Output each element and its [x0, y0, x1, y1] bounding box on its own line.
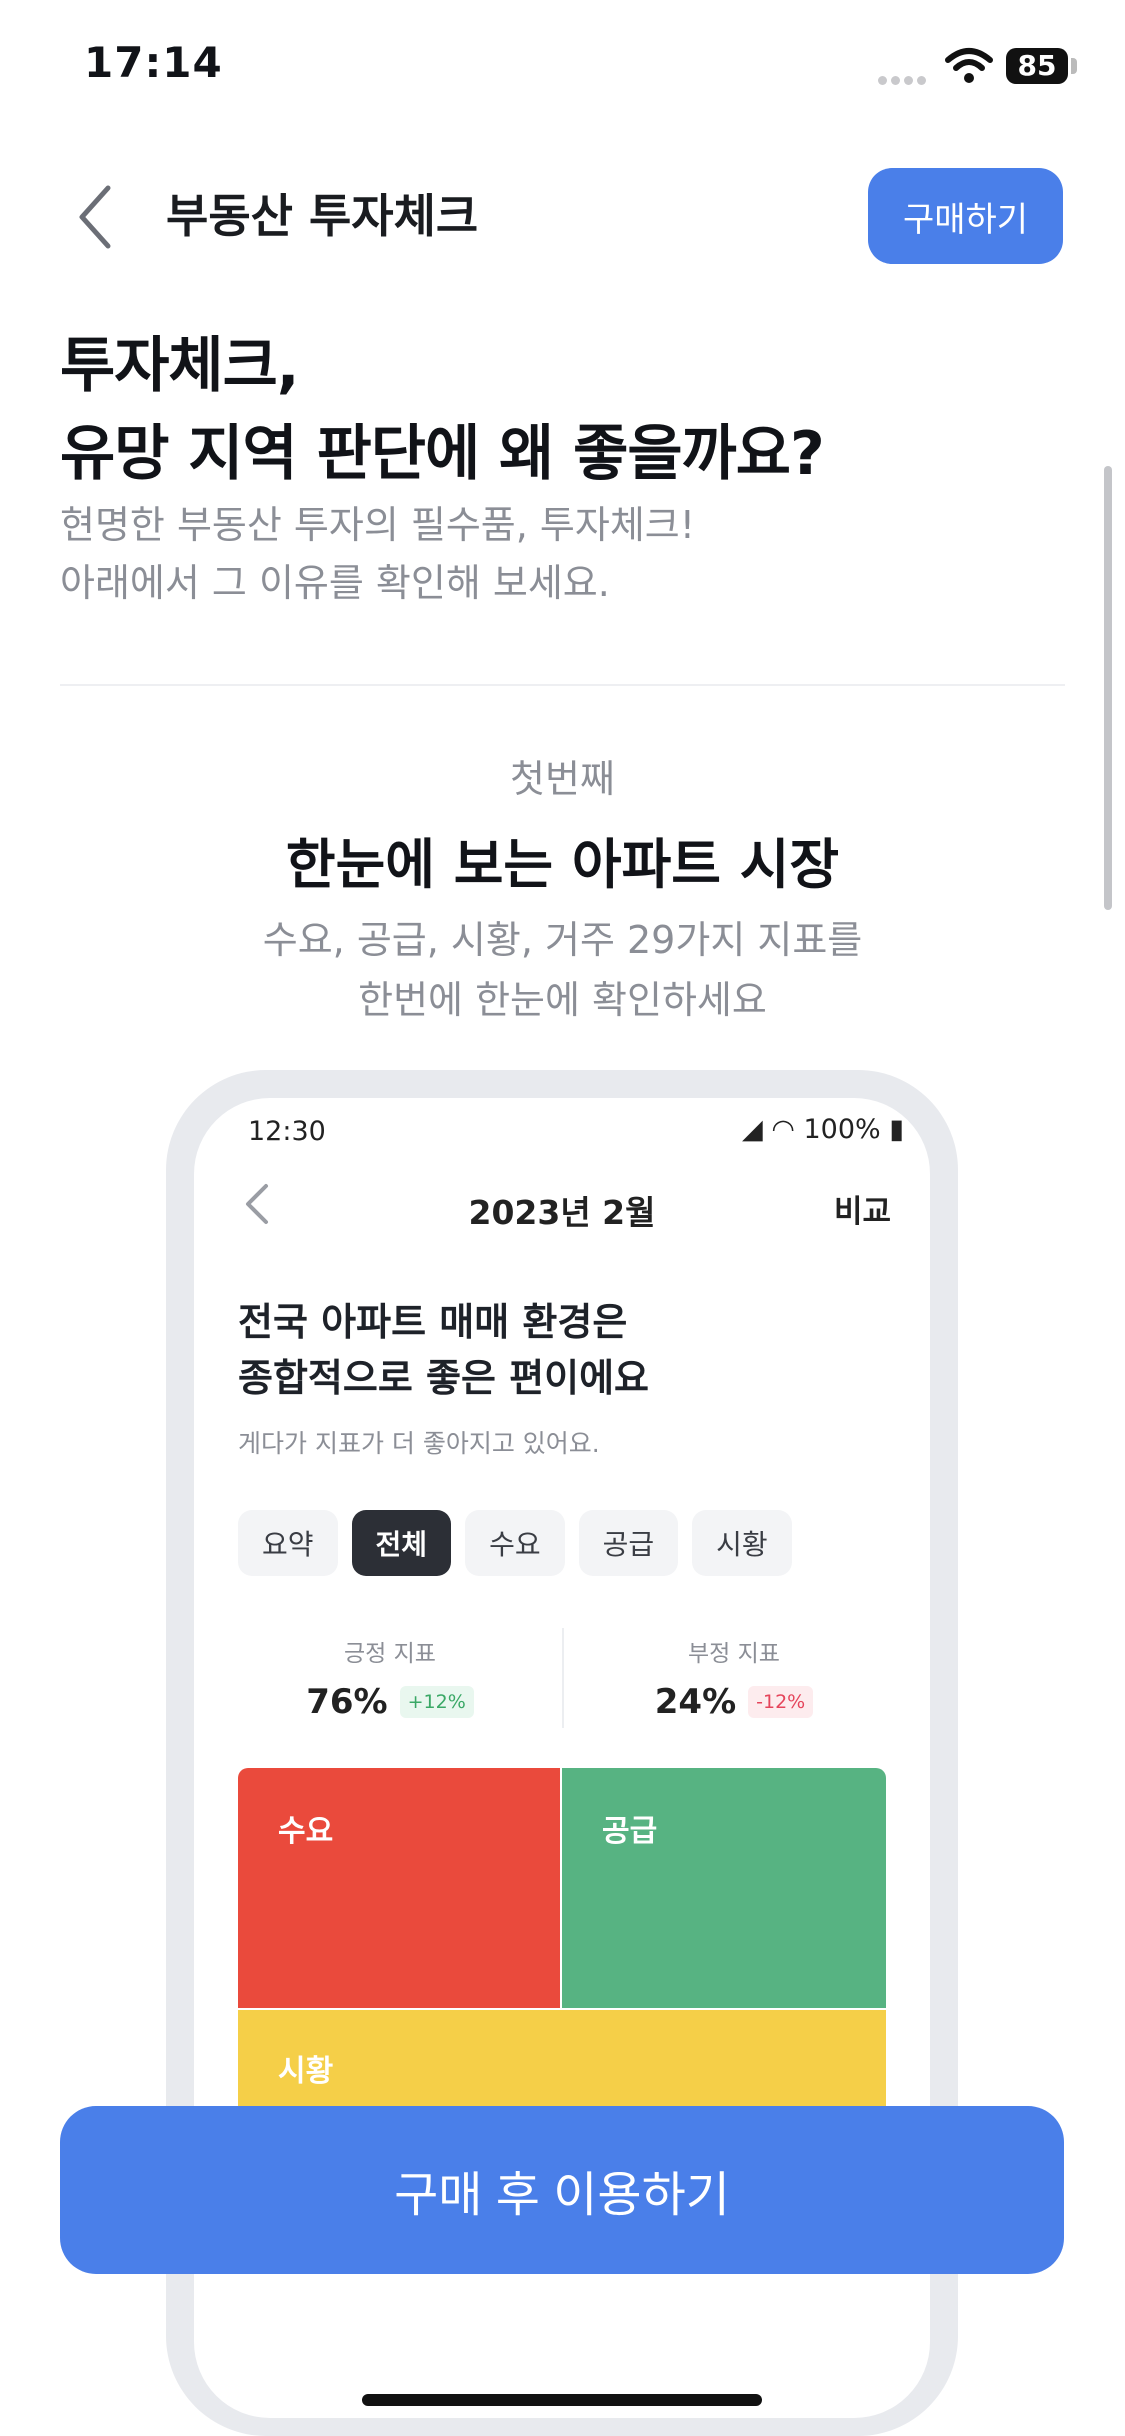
hero-subtitle-line1: 현명한 부동산 투자의 필수품, 투자체크! — [60, 503, 695, 547]
stat-divider — [562, 1628, 564, 1728]
negative-label: 부정 지표 — [688, 1641, 780, 1667]
negative-value: 24% — [654, 1682, 737, 1722]
hero-title-line1: 투자체크, — [60, 331, 300, 401]
section-kicker: 첫번째 — [510, 757, 615, 801]
battery-tip — [1071, 58, 1077, 74]
negative-indicator: 부정 지표 24% -12% — [584, 1634, 884, 1722]
mockup-compare: 비교 — [834, 1194, 892, 1230]
hero-subtitle: 현명한 부동산 투자의 필수품, 투자체크! 아래에서 그 이유를 확인해 보세… — [60, 496, 695, 612]
positive-label: 긍정 지표 — [344, 1641, 436, 1667]
page-title: 부동산 투자체크 — [166, 189, 479, 243]
mockup-headline: 전국 아파트 매매 환경은 종합적으로 좋은 편이에요 — [238, 1294, 649, 1406]
mockup-chip: 요약 — [238, 1510, 338, 1576]
hero-title-line2: 유망 지역 판단에 왜 좋을까요? — [60, 419, 825, 489]
divider — [60, 684, 1065, 686]
mockup-headline-line1: 전국 아파트 매매 환경은 — [238, 1300, 628, 1344]
section-title: 한눈에 보는 아파트 시장 — [285, 833, 840, 896]
mockup-time: 12:30 — [248, 1116, 326, 1147]
battery-icon: 85 — [1006, 48, 1068, 84]
mockup-headline-line2: 종합적으로 좋은 편이에요 — [238, 1356, 650, 1400]
positive-delta: +12% — [399, 1686, 474, 1718]
wifi-icon — [945, 48, 993, 83]
status-time: 17:14 — [84, 38, 223, 87]
mockup-status-icons: ◢ ◠ 100% ▮ — [742, 1114, 905, 1145]
treemap-supply: 공급 — [562, 1768, 886, 2008]
treemap-demand-label: 수요 — [278, 1814, 334, 1849]
mockup-chip: 공급 — [578, 1510, 679, 1576]
signal-dots-icon — [878, 70, 930, 85]
treemap-supply-label: 공급 — [602, 1814, 658, 1849]
hero-title: 투자체크, 유망 지역 판단에 왜 좋을까요? — [60, 322, 825, 498]
mockup-chip: 수요 — [465, 1510, 565, 1576]
mockup-chips: 요약 전체 수요 공급 시황 — [238, 1510, 792, 1576]
hero-subtitle-line2: 아래에서 그 이유를 확인해 보세요. — [60, 561, 610, 605]
section-desc-line2: 한번에 한눈에 확인하세요 — [358, 978, 767, 1022]
negative-delta: -12% — [748, 1686, 814, 1718]
section-desc-line1: 수요, 공급, 시황, 거주 29가지 지표를 — [262, 918, 863, 962]
buy-button[interactable]: 구매하기 — [868, 168, 1063, 264]
mockup-title: 2023년 2월 — [468, 1193, 656, 1232]
positive-value: 76% — [306, 1682, 388, 1722]
mockup-chip-active: 전체 — [351, 1510, 452, 1576]
purchase-cta-button[interactable]: 구매 후 이용하기 — [60, 2106, 1064, 2274]
home-indicator[interactable] — [362, 2394, 762, 2406]
positive-indicator: 긍정 지표 76% +12% — [240, 1634, 540, 1722]
treemap-market-label: 시황 — [278, 2054, 334, 2089]
back-chevron-icon[interactable] — [70, 182, 120, 252]
mockup-subtext: 게다가 지표가 더 좋아지고 있어요. — [238, 1429, 600, 1458]
treemap-demand: 수요 — [238, 1768, 560, 2008]
section-description: 수요, 공급, 시황, 거주 29가지 지표를 한번에 한눈에 확인하세요 — [0, 910, 1125, 1030]
mockup-chip: 시황 — [692, 1510, 792, 1576]
